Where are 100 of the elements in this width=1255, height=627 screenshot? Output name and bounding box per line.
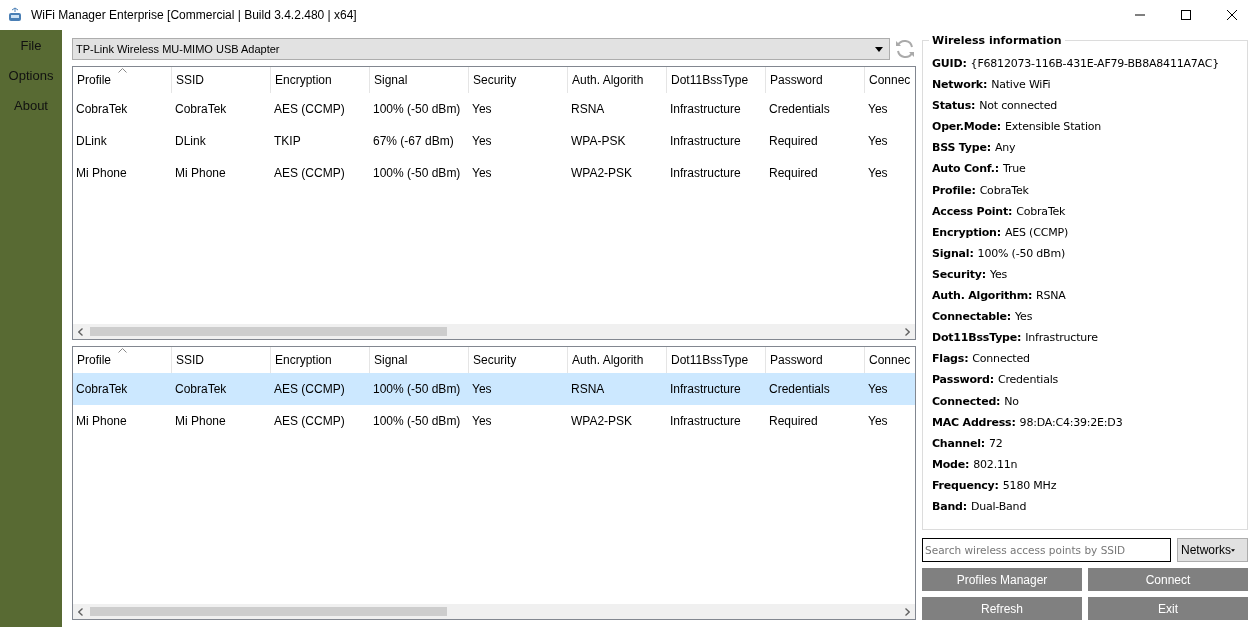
table-cell-text: AES (CCMP) (273, 382, 346, 396)
table-cell-text: Yes (867, 134, 889, 148)
table-cell-text: RSNA (570, 102, 606, 116)
table-row[interactable]: CobraTek CobraTek AES (CCMP) 100% (-50 dBm) Yes RSNA Infrastructure Credentials Yes (73, 373, 915, 405)
table-cell-text: Required (768, 166, 819, 180)
horizontal-scrollbar[interactable] (73, 604, 915, 619)
column-header[interactable]: Security (473, 353, 517, 367)
column-header[interactable]: Encryption (275, 353, 332, 367)
table-cell-text: Yes (867, 102, 889, 116)
table-cell-text: WPA2-PSK (570, 166, 634, 180)
column-header[interactable]: Signal (374, 353, 408, 367)
scrollbar-thumb[interactable] (90, 327, 447, 336)
table-cell-text: 100% (-50 dBm) (372, 102, 462, 116)
horizontal-scrollbar[interactable] (73, 324, 915, 339)
column-header[interactable]: Password (770, 353, 823, 367)
table-cell-text: Required (768, 134, 819, 148)
column-header[interactable]: Signal (374, 73, 408, 87)
table-cell-text: 100% (-50 dBm) (372, 166, 462, 180)
table-cell-text: 100% (-50 dBm) (372, 414, 462, 428)
column-header[interactable]: Profile (77, 73, 111, 87)
info-field: MAC Address: 98:DA:C4:39:2E:D3 (932, 411, 1239, 433)
column-header[interactable]: Encryption (275, 73, 332, 87)
table-cell-text: RSNA (570, 382, 606, 396)
info-field: Security: Yes (932, 263, 1239, 286)
scroll-right-icon[interactable] (905, 607, 910, 616)
column-header[interactable]: SSID (176, 73, 204, 87)
info-field: Network: Native WiFi (932, 74, 1239, 96)
column-header[interactable]: Auth. Algorith (572, 353, 644, 367)
table-cell-text: Mi Phone (174, 166, 227, 180)
table-cell-text: CobraTek (174, 102, 228, 116)
table-row[interactable]: DLink DLink TKIP 67% (-67 dBm) Yes WPA-PSK Infrastructure Required Yes (73, 125, 915, 157)
table-cell-text: Mi Phone (75, 414, 128, 428)
table-cell-text: Yes (471, 414, 493, 428)
scroll-right-icon[interactable] (905, 327, 910, 336)
table-cell-text: CobraTek (75, 382, 129, 396)
table-cell-text: DLink (75, 134, 108, 148)
table-cell-text: AES (CCMP) (273, 414, 346, 428)
refresh-icon[interactable] (894, 38, 916, 60)
column-header[interactable]: Security (473, 73, 517, 87)
panel-title: Wireless information (929, 34, 1065, 47)
table-cell-text: Yes (471, 102, 493, 116)
info-field: Connectable: Yes (932, 306, 1239, 328)
search-field[interactable]: Search wireless access points by SSID (922, 538, 1171, 562)
table-cell-text: AES (CCMP) (273, 166, 346, 180)
table-cell-text: Infrastructure (669, 414, 742, 428)
table-cell-text: Mi Phone (174, 414, 227, 428)
column-header[interactable]: Connec (869, 73, 911, 87)
table-cell-text: Infrastructure (669, 382, 742, 396)
table-row[interactable]: CobraTek CobraTek AES (CCMP) 100% (-50 dBm) Yes RSNA Infrastructure Credentials Yes (73, 93, 915, 125)
action-button[interactable]: Profiles Manager (922, 568, 1082, 591)
action-button[interactable]: Exit (1088, 597, 1248, 620)
info-field: Auth. Algorithm: RSNA (932, 285, 1239, 307)
table-cell-text: CobraTek (75, 102, 129, 116)
info-field: Oper.Mode: Extensible Station (932, 116, 1239, 138)
table-cell-text: WPA-PSK (570, 134, 627, 148)
adapter-dropdown[interactable]: TP-Link Wireless MU-MIMO USB Adapter (72, 38, 890, 60)
info-field: Signal: 100% (-50 dBm) (932, 242, 1239, 264)
info-field: Dot11BssType: Infrastructure (932, 327, 1239, 349)
info-field: Connected: No (932, 390, 1239, 412)
table-cell-text: Yes (867, 166, 889, 180)
column-header[interactable]: Auth. Algorith (572, 73, 644, 87)
action-button[interactable]: Connect (1088, 568, 1248, 591)
scroll-left-icon[interactable] (78, 607, 83, 616)
table-cell-text: Credentials (768, 382, 831, 396)
table-cell-text: Infrastructure (669, 134, 742, 148)
table-cell-text: Yes (867, 414, 889, 428)
scrollbar-thumb[interactable] (90, 607, 447, 616)
info-field: Auto Conf.: True (932, 158, 1239, 180)
table-cell-text: TKIP (273, 134, 302, 148)
table-cell-text: Infrastructure (669, 102, 742, 116)
table-cell-text: AES (CCMP) (273, 102, 346, 116)
info-field: Encryption: AES (CCMP) (932, 221, 1239, 243)
table-cell-text: Yes (471, 166, 493, 180)
table-cell-text: Credentials (768, 102, 831, 116)
info-field: Password: Credentials (932, 369, 1239, 391)
caret-icon (1231, 547, 1235, 553)
column-header[interactable]: Connec (869, 353, 911, 367)
table-row[interactable]: Mi Phone Mi Phone AES (CCMP) 100% (-50 dBm) Yes WPA2-PSK Infrastructure Required Yes (73, 157, 915, 189)
column-header[interactable]: Profile (77, 353, 111, 367)
column-header[interactable]: SSID (176, 353, 204, 367)
scroll-left-icon[interactable] (78, 327, 83, 336)
column-header[interactable]: Dot11BssType (671, 353, 749, 367)
table-cell-text: WPA2-PSK (570, 414, 634, 428)
action-button[interactable]: Refresh (922, 597, 1082, 620)
info-field: Mode: 802.11n (932, 453, 1239, 475)
table-cell-text: Yes (471, 134, 493, 148)
table-row[interactable]: Mi Phone Mi Phone AES (CCMP) 100% (-50 dBm) Yes WPA2-PSK Infrastructure Required Yes (73, 405, 915, 437)
info-field: Channel: 72 (932, 432, 1239, 454)
table-cell-text: DLink (174, 134, 207, 148)
info-field: Band: Dual-Band (932, 495, 1239, 518)
info-field: Status: Not connected (932, 95, 1239, 117)
table-cell-text: Required (768, 414, 819, 428)
column-header[interactable]: Dot11BssType (671, 73, 749, 87)
table-cell-text: Mi Phone (75, 166, 128, 180)
app-icon (7, 7, 23, 23)
table-cell-text: Yes (867, 382, 889, 396)
column-header[interactable]: Password (770, 73, 823, 87)
filter-dropdown[interactable]: Networks (1177, 538, 1248, 562)
info-field: Flags: Connected (932, 348, 1239, 370)
info-field: BSS Type: Any (932, 137, 1239, 159)
